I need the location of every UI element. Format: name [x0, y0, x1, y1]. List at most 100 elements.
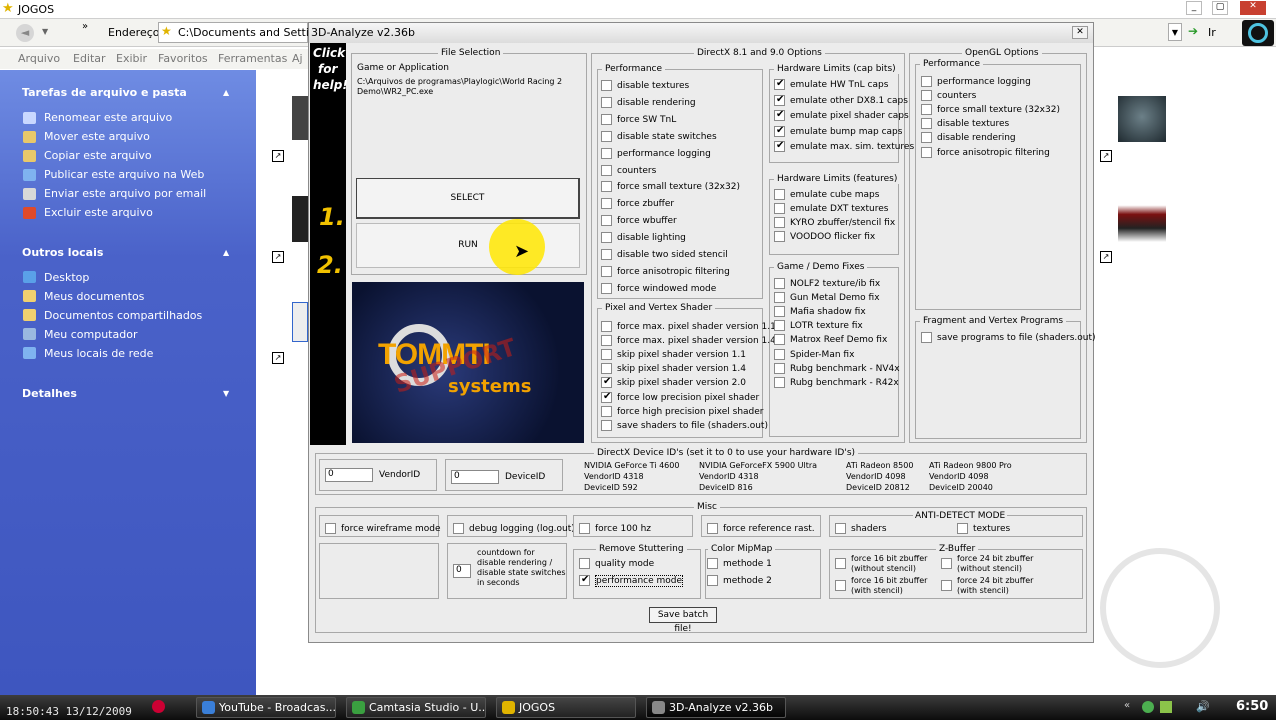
checkbox-box[interactable]: [921, 90, 932, 102]
option-checkbox[interactable]: emulate max. sim. textures: [774, 140, 914, 153]
toolbar-more-icon[interactable]: »: [82, 21, 88, 32]
quicklaunch-icon[interactable]: [152, 700, 165, 713]
taskbar-youtube[interactable]: YouTube - Broadcas...: [196, 697, 336, 718]
checkbox-box[interactable]: [601, 147, 612, 159]
checkbox-box[interactable]: [774, 94, 785, 106]
checkbox-box[interactable]: [921, 76, 932, 87]
option-checkbox[interactable]: force small texture (32x32): [601, 181, 740, 193]
task-copy[interactable]: Copiar este arquivo: [44, 149, 152, 162]
force-reference-checkbox[interactable]: force reference rast.: [707, 523, 815, 535]
checkbox-box[interactable]: [453, 523, 464, 534]
menu-ferramentas[interactable]: Ferramentas: [218, 52, 287, 65]
tray-security-icon[interactable]: [1160, 701, 1172, 713]
task-email[interactable]: Enviar este arquivo por email: [44, 187, 206, 200]
vendor-id-input[interactable]: 0: [325, 468, 373, 482]
checkbox-box[interactable]: [774, 348, 785, 360]
checkbox-box[interactable]: [774, 306, 785, 318]
checkbox-box[interactable]: [957, 523, 968, 534]
checkbox-box[interactable]: [601, 349, 612, 361]
checkbox-box[interactable]: [601, 198, 612, 210]
menu-exibir[interactable]: Exibir: [116, 52, 147, 65]
option-checkbox[interactable]: disable two sided stencil: [601, 249, 728, 261]
tray-expand-icon[interactable]: «: [1124, 700, 1130, 711]
address-dropdown-icon[interactable]: ▼: [1168, 23, 1182, 41]
option-checkbox[interactable]: force anisotropic filtering: [601, 265, 730, 278]
file-thumbnail[interactable]: [292, 302, 308, 342]
tray-volume-icon[interactable]: 🔊: [1196, 700, 1210, 713]
option-checkbox[interactable]: Spider-Man fix: [774, 348, 854, 361]
checkbox-box[interactable]: [707, 558, 718, 569]
checkbox-box[interactable]: [774, 376, 785, 388]
force-100hz-checkbox[interactable]: force 100 hz: [579, 523, 651, 535]
checkbox-box[interactable]: [774, 78, 785, 90]
methode1-checkbox[interactable]: methode 1: [707, 558, 772, 570]
checkbox-box[interactable]: [601, 335, 612, 347]
debug-logging-checkbox[interactable]: debug logging (log.out): [453, 523, 575, 535]
option-checkbox[interactable]: force windowed mode: [601, 282, 716, 295]
checkbox-box[interactable]: [707, 575, 718, 586]
expand-chevron-icon[interactable]: ▼: [223, 389, 229, 398]
z16-stencil-checkbox[interactable]: force 16 bit zbuffer (with stencil): [835, 576, 927, 596]
place-my-documents[interactable]: Meus documentos: [44, 290, 144, 303]
checkbox-box[interactable]: [601, 282, 612, 294]
checkbox-box[interactable]: [601, 96, 612, 108]
checkbox-box[interactable]: [921, 146, 932, 158]
option-checkbox[interactable]: performance logging: [921, 76, 1031, 88]
place-network[interactable]: Meus locais de rede: [44, 347, 153, 360]
checkbox-box[interactable]: [774, 334, 785, 346]
checkbox-box[interactable]: [707, 523, 718, 534]
checkbox-box[interactable]: [835, 580, 846, 591]
go-label[interactable]: Ir: [1208, 26, 1216, 39]
checkbox-box[interactable]: [774, 125, 785, 137]
checkbox-box[interactable]: [579, 574, 590, 586]
option-checkbox[interactable]: force zbuffer: [601, 198, 674, 210]
option-checkbox[interactable]: disable rendering: [601, 96, 696, 109]
option-checkbox[interactable]: performance logging: [601, 147, 711, 160]
checkbox-box[interactable]: [601, 249, 612, 260]
checkbox-box[interactable]: [774, 217, 785, 229]
taskbar-jogos[interactable]: JOGOS: [496, 697, 636, 718]
back-icon[interactable]: ◄: [16, 24, 34, 42]
anti-detect-shaders-checkbox[interactable]: shaders: [835, 523, 887, 535]
checkbox-box[interactable]: [601, 321, 612, 332]
checkbox-box[interactable]: [921, 118, 932, 130]
task-publish[interactable]: Publicar este arquivo na Web: [44, 168, 204, 181]
performance-mode-checkbox[interactable]: performance mode: [579, 574, 684, 587]
alien-thumbnail[interactable]: [1118, 96, 1166, 142]
z24-nostencil-checkbox[interactable]: force 24 bit zbuffer (without stencil): [941, 554, 1033, 574]
option-checkbox[interactable]: force SW TnL: [601, 113, 676, 126]
chevron-down-icon[interactable]: ▼: [42, 27, 48, 36]
checkbox-box[interactable]: [325, 523, 336, 534]
save-batch-button[interactable]: Save batch file!: [649, 607, 717, 634]
close-icon[interactable]: ✕: [1072, 26, 1088, 39]
option-checkbox[interactable]: skip pixel shader version 2.0: [601, 376, 746, 389]
option-checkbox[interactable]: KYRO zbuffer/stencil fix: [774, 217, 895, 229]
collapse-chevron-icon[interactable]: ▲: [223, 88, 229, 97]
option-checkbox[interactable]: skip pixel shader version 1.1: [601, 349, 746, 361]
checkbox-box[interactable]: [579, 523, 590, 534]
menu-editar[interactable]: Editar: [73, 52, 106, 65]
checkbox-box[interactable]: [774, 292, 785, 304]
checkbox-box[interactable]: [601, 80, 612, 91]
checkbox-box[interactable]: [835, 558, 846, 569]
checkbox-box[interactable]: [774, 320, 785, 332]
option-checkbox[interactable]: force max. pixel shader version 1.4: [601, 335, 776, 347]
checkbox-box[interactable]: [774, 362, 785, 374]
close-icon[interactable]: ✕: [1240, 1, 1266, 15]
checkbox-box[interactable]: [774, 203, 785, 215]
option-checkbox[interactable]: disable textures: [601, 80, 689, 92]
checkbox-box[interactable]: [774, 189, 785, 200]
checkbox-box[interactable]: [941, 580, 952, 591]
option-checkbox[interactable]: disable state switches: [601, 130, 717, 143]
checkbox-box[interactable]: [579, 558, 590, 569]
checkbox-box[interactable]: [774, 140, 785, 152]
z24-stencil-checkbox[interactable]: force 24 bit zbuffer (with stencil): [941, 576, 1033, 596]
taskbar-3danalyze[interactable]: 3D-Analyze v2.36b: [646, 697, 786, 718]
methode2-checkbox[interactable]: methode 2: [707, 575, 772, 587]
minimize-icon[interactable]: _: [1186, 1, 1202, 15]
checkbox-box[interactable]: [774, 278, 785, 289]
details-heading[interactable]: Detalhes: [22, 387, 77, 400]
checkbox-box[interactable]: [601, 215, 612, 227]
place-shared-documents[interactable]: Documentos compartilhados: [44, 309, 202, 322]
option-checkbox[interactable]: counters: [601, 164, 656, 177]
